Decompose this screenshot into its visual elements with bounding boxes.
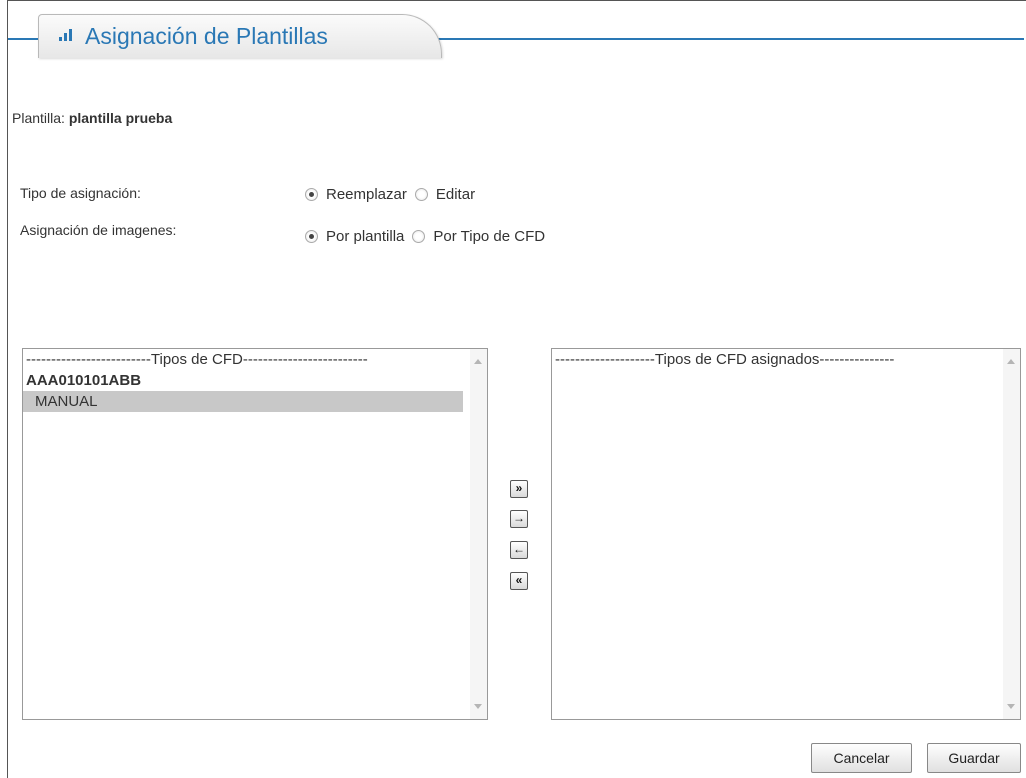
scroll-up-icon[interactable] <box>474 359 482 364</box>
list-item-manual[interactable]: MANUAL <box>23 391 463 412</box>
asignacion-imagenes-label: Asignación de imagenes: <box>20 222 177 238</box>
available-list-scrollbar[interactable] <box>470 349 487 719</box>
radio-por-tipo-cfd[interactable] <box>412 230 426 243</box>
radio-editar-label[interactable]: Editar <box>436 186 475 203</box>
scroll-down-icon[interactable] <box>1007 704 1015 709</box>
bar-chart-icon <box>59 29 73 41</box>
tipo-asignacion-label: Tipo de asignación: <box>20 185 141 201</box>
move-all-right-button[interactable]: » <box>510 480 528 498</box>
available-cfd-list[interactable]: -------------------------Tipos de CFD---… <box>22 348 488 720</box>
page-title: Asignación de Plantillas <box>85 23 328 49</box>
plantilla-info: Plantilla: plantilla prueba <box>12 110 172 126</box>
asignacion-imagenes-radios: Por plantilla Por Tipo de CFD <box>305 228 553 245</box>
radio-reemplazar[interactable] <box>305 188 318 201</box>
radio-reemplazar-label[interactable]: Reemplazar <box>326 186 407 203</box>
assigned-list-scrollbar[interactable] <box>1003 349 1020 719</box>
radio-editar[interactable] <box>414 188 428 201</box>
radio-por-plantilla-label[interactable]: Por plantilla <box>326 228 404 245</box>
plantilla-value: plantilla prueba <box>68 110 173 126</box>
radio-por-tipo-cfd-label[interactable]: Por Tipo de CFD <box>433 228 545 245</box>
move-left-button[interactable]: ← <box>510 541 528 559</box>
save-button[interactable]: Guardar <box>927 743 1021 773</box>
plantilla-label: Plantilla: <box>12 110 65 126</box>
available-list-header: -------------------------Tipos de CFD---… <box>26 351 368 368</box>
cancel-button[interactable]: Cancelar <box>811 743 912 773</box>
scroll-up-icon[interactable] <box>1007 359 1015 364</box>
move-all-left-button[interactable]: « <box>510 572 528 590</box>
radio-por-plantilla[interactable] <box>305 230 318 243</box>
assigned-cfd-list[interactable]: --------------------Tipos de CFD asignad… <box>551 348 1021 720</box>
move-right-button[interactable]: → <box>510 510 528 528</box>
scroll-down-icon[interactable] <box>474 704 482 709</box>
list-group-label: AAA010101ABB <box>26 372 142 389</box>
tipo-asignacion-radios: Reemplazar Editar <box>305 186 483 203</box>
title-tab: Asignación de Plantillas <box>38 14 442 58</box>
assigned-list-header: --------------------Tipos de CFD asignad… <box>555 351 895 368</box>
